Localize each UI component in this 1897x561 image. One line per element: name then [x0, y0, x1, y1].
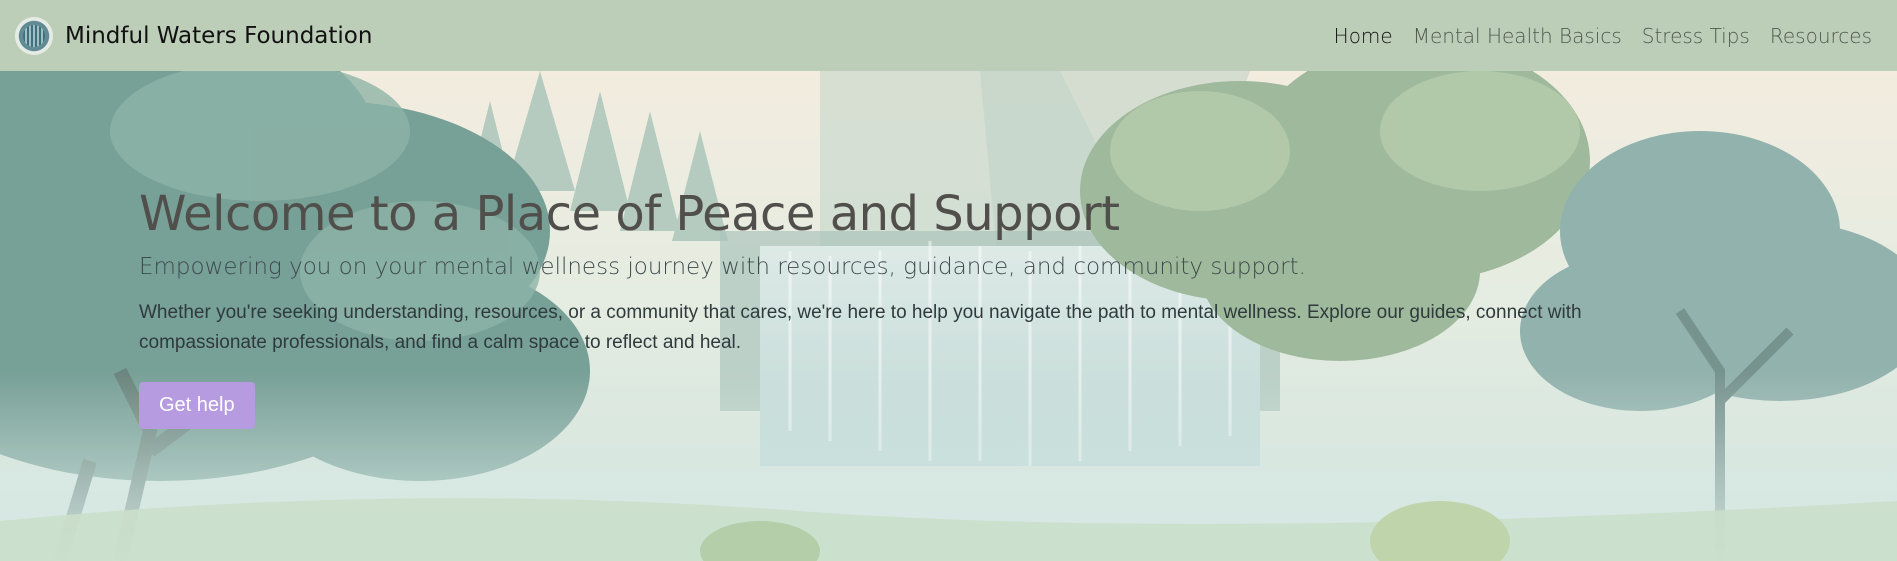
waterfall-logo-icon	[15, 16, 53, 55]
nav-mental-health-basics[interactable]: Mental Health Basics	[1403, 24, 1632, 48]
nav-stress-tips[interactable]: Stress Tips	[1632, 24, 1760, 48]
nav-home[interactable]: Home	[1324, 24, 1403, 48]
nav-resources[interactable]: Resources	[1760, 24, 1882, 48]
hero-body: Whether you're seeking understanding, re…	[139, 302, 1582, 353]
hero-section: Welcome to a Place of Peace and Support …	[0, 71, 1897, 561]
navbar: Mindful Waters Foundation Home Mental He…	[0, 0, 1897, 71]
hero-title: Welcome to a Place of Peace and Support	[139, 186, 1120, 242]
get-help-button[interactable]: Get help	[139, 382, 255, 429]
hero-subtitle: Empowering you on your mental wellness j…	[139, 254, 1306, 280]
hero-content: Welcome to a Place of Peace and Support …	[139, 186, 1699, 429]
brand-link[interactable]: Mindful Waters Foundation	[15, 16, 373, 55]
nav-links: Home Mental Health Basics Stress Tips Re…	[1324, 24, 1882, 48]
brand-name: Mindful Waters Foundation	[65, 22, 373, 49]
